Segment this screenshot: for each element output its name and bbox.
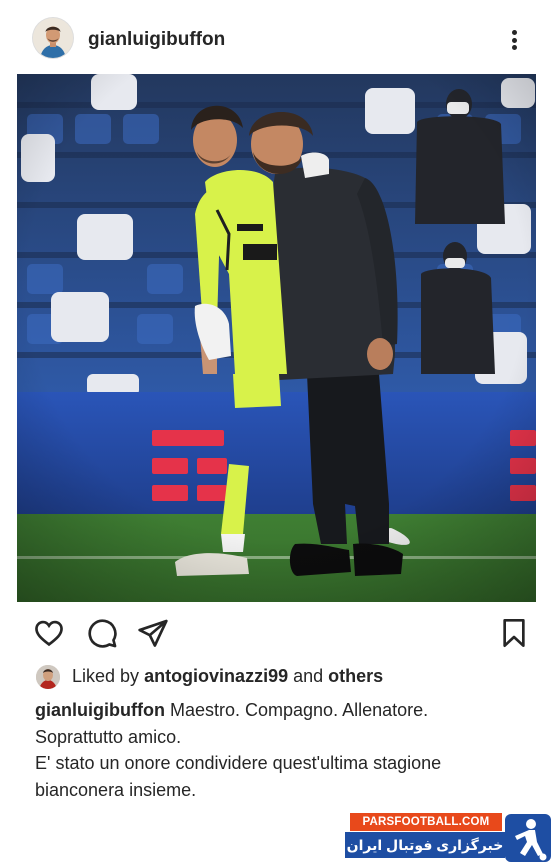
more-icon: [511, 30, 517, 35]
share-icon[interactable]: [137, 617, 169, 649]
avatar-image: [33, 18, 73, 58]
more-icon-dot: [511, 45, 517, 50]
caption-line-3: E' stato un onore condividere quest'ulti…: [35, 753, 442, 773]
liked-by-prefix: Liked by: [72, 666, 140, 686]
caption-username[interactable]: gianluigibuffon: [35, 700, 165, 720]
liker-avatar[interactable]: [36, 665, 60, 689]
heart-icon[interactable]: [33, 617, 65, 649]
photo-illustration: [17, 74, 536, 602]
caption-text-1: Maestro. Compagno. Allenatore.: [169, 700, 429, 720]
bookmark-icon[interactable]: [498, 617, 530, 649]
more-options-button[interactable]: [504, 26, 524, 54]
post-username[interactable]: gianluigibuffon: [88, 29, 225, 51]
more-icon-dot: [511, 37, 517, 43]
caption-line-1: gianluigibuffon Maestro. Compagno. Allen…: [35, 697, 515, 724]
watermark-tagline: خبرگزاری فوتبال ایران: [345, 832, 505, 858]
likes-row[interactable]: Liked by antogiovinazzi99 and others: [36, 664, 516, 692]
caption-line-4: bianconera insieme.: [35, 779, 197, 800]
post-header: gianluigibuffon: [0, 0, 552, 80]
player-logo-icon: [515, 819, 547, 861]
watermark-site: PARSFOOTBALL.COM: [350, 813, 502, 831]
liked-by-conjunction: and: [293, 666, 324, 686]
liked-by-text: Liked by antogiovinazzi99 and others: [72, 666, 383, 687]
comment-icon[interactable]: [86, 617, 118, 649]
post-photo[interactable]: [17, 74, 536, 602]
parsfootball-watermark: PARSFOOTBALL.COM خبرگزاری فوتبال ایران: [345, 812, 552, 866]
liked-by-user[interactable]: antogiovinazzi99: [144, 666, 288, 686]
watermark-logo: [505, 814, 551, 862]
caption-line-2: Soprattutto amico.: [35, 726, 182, 747]
liked-by-others[interactable]: others: [328, 666, 383, 686]
profile-avatar[interactable]: [33, 18, 73, 58]
post-caption: gianluigibuffon Maestro. Compagno. Allen…: [35, 697, 515, 803]
liker-avatar-image: [36, 665, 60, 689]
